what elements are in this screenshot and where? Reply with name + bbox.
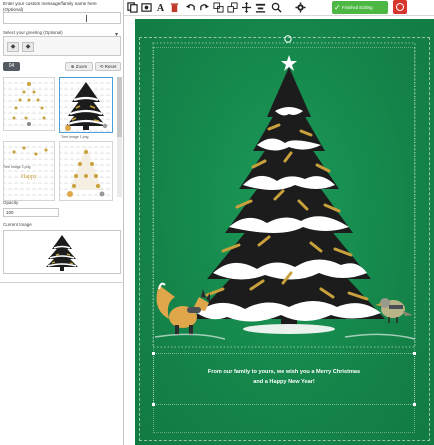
- left-panel: Enter your custom message/family name he…: [0, 0, 124, 445]
- opacity-label: Opacity: [3, 200, 19, 205]
- add-image-button[interactable]: [140, 1, 152, 14]
- greeting-select-label: Select your greeting (Optional): [3, 30, 63, 35]
- magnifier-icon: [271, 2, 282, 13]
- thumb-2-caption: Tree Image 1.png: [61, 135, 89, 139]
- settings-button[interactable]: [294, 1, 306, 14]
- thumb-3-caption: Tree Image 2.png: [3, 165, 31, 169]
- opacity-input[interactable]: 100: [3, 208, 59, 217]
- gallery-thumb-4[interactable]: [59, 141, 113, 201]
- delete-button[interactable]: [168, 1, 180, 14]
- gear-icon: [294, 2, 306, 13]
- check-icon: ✓: [334, 3, 341, 12]
- align-icon: [255, 3, 265, 13]
- reset-button[interactable]: ⟲ Reset: [95, 62, 121, 71]
- current-image-preview: [3, 230, 121, 274]
- custom-message-input[interactable]: [3, 12, 121, 24]
- text-cursor: [86, 15, 87, 22]
- text-icon: A: [156, 3, 164, 13]
- copy-icon: [126, 2, 138, 13]
- greeting-line-2: and a Happy New Year!: [253, 378, 315, 385]
- panel-divider: [0, 282, 124, 283]
- svg-text:A: A: [156, 3, 164, 13]
- gallery-thumb-3[interactable]: Happy: [3, 141, 55, 201]
- greeting-text[interactable]: From our family to yours, we wish you a …: [153, 368, 415, 387]
- fox-figure: [156, 282, 210, 335]
- send-backward-button[interactable]: [226, 1, 238, 14]
- image-count-badge: 04: [3, 62, 20, 71]
- move-button[interactable]: [240, 1, 252, 14]
- bird-figure: [375, 298, 413, 323]
- bring-forward-button[interactable]: [212, 1, 224, 14]
- layers-back-icon: [226, 2, 238, 13]
- svg-text:Happy: Happy: [21, 174, 37, 180]
- gallery-thumb-2[interactable]: [59, 77, 113, 133]
- finish-editing-button[interactable]: ✓ Finished Editing: [332, 1, 388, 14]
- undo-icon: [185, 4, 195, 11]
- close-editor-button[interactable]: [393, 0, 407, 14]
- copy-tool-button[interactable]: [126, 1, 138, 14]
- card-canvas[interactable]: From our family to yours, we wish you a …: [135, 19, 434, 445]
- gallery-scrollbar-thumb[interactable]: [117, 77, 122, 137]
- editor-toolbar: A ✓ Finished Editing: [124, 0, 434, 16]
- greeting-option-2-button[interactable]: ◆: [22, 42, 34, 52]
- greeting-line-1: From our family to yours, we wish you a …: [207, 369, 361, 375]
- text-box-handle[interactable]: [152, 403, 155, 406]
- align-button[interactable]: [254, 1, 266, 14]
- image-icon: [140, 3, 152, 12]
- add-text-button[interactable]: A: [154, 1, 166, 14]
- move-icon: [241, 2, 251, 13]
- gallery-thumb-1[interactable]: [3, 77, 55, 131]
- greeting-select[interactable]: ▾ ◆ ◆: [3, 32, 121, 56]
- text-box-handle[interactable]: [152, 352, 155, 355]
- editor-app: Enter your custom message/family name he…: [0, 0, 434, 445]
- gallery-scrollbar[interactable]: [117, 77, 122, 197]
- undo-button[interactable]: [184, 1, 196, 14]
- text-box-handle[interactable]: [413, 352, 416, 355]
- image-toolbar: 04 ⊕ Zoom ⟲ Reset: [3, 61, 121, 73]
- finish-editing-label: Finished Editing: [342, 5, 373, 10]
- current-image-label: Current Image: [3, 222, 32, 227]
- redo-icon: [199, 4, 209, 11]
- greeting-option-1-button[interactable]: ◆: [7, 42, 19, 52]
- redo-button[interactable]: [198, 1, 210, 14]
- layers-icon: [212, 2, 224, 13]
- zoom-button[interactable]: ⊕ Zoom: [65, 62, 93, 71]
- dropdown-icon: ▾: [114, 32, 118, 38]
- zoom-tool-button[interactable]: [270, 1, 282, 14]
- text-box-handle[interactable]: [413, 403, 416, 406]
- trash-icon: [170, 3, 178, 13]
- message-prompt-label: Enter your custom message/family name he…: [3, 1, 97, 12]
- image-gallery: Tree Image 1.png Happy Tree Image 2.png: [1, 75, 122, 205]
